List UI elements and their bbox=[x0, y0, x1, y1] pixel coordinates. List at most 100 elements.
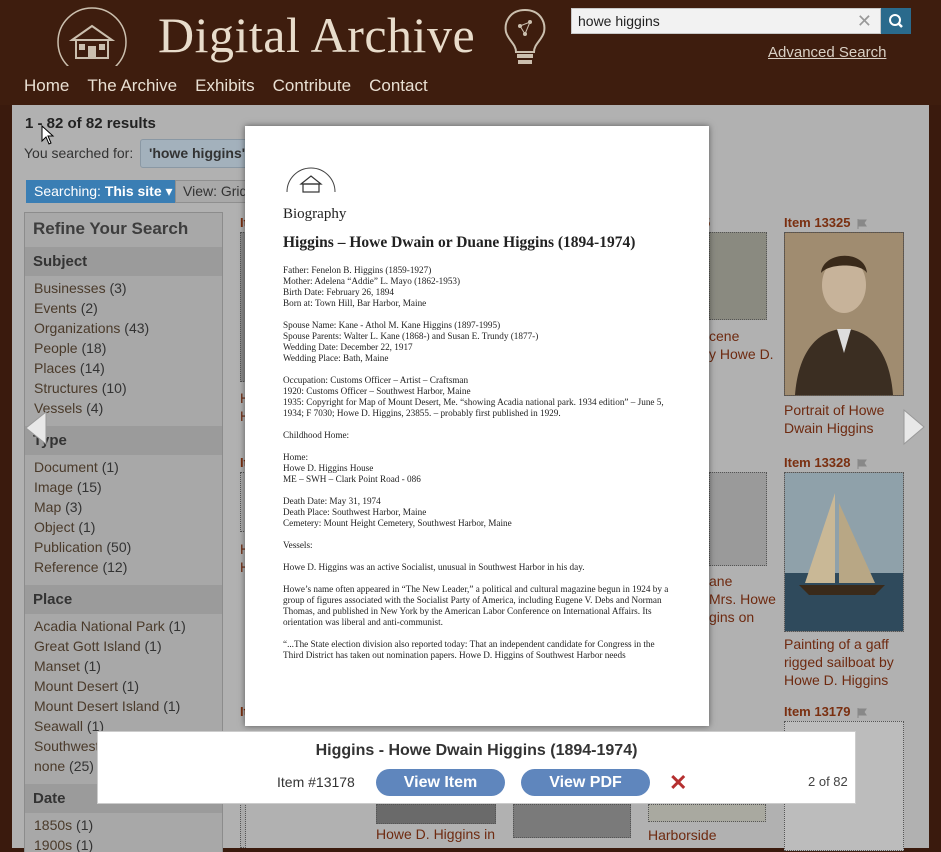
search-input[interactable] bbox=[572, 9, 854, 33]
document-line: “...The State election division also rep… bbox=[283, 639, 655, 660]
facet-item-label[interactable]: 1900s bbox=[34, 837, 72, 852]
facet-item[interactable]: Great Gott Island (1) bbox=[25, 638, 222, 658]
facet-item-label[interactable]: Structures bbox=[34, 380, 98, 396]
nav-home[interactable]: Home bbox=[24, 76, 69, 96]
item-thumbnail[interactable] bbox=[376, 804, 496, 824]
flag-icon[interactable] bbox=[857, 458, 867, 469]
facet-item[interactable]: Document (1) bbox=[25, 459, 222, 479]
facet-item-label[interactable]: Mount Desert bbox=[34, 678, 118, 694]
view-pdf-button[interactable]: View PDF bbox=[521, 769, 650, 796]
document-line: Wedding Date: December 22, 1917 bbox=[283, 342, 413, 352]
facet-item-label[interactable]: Map bbox=[34, 499, 61, 515]
document-line: Born at: Town Hill, Bar Harbor, Maine bbox=[283, 298, 427, 308]
item-caption[interactable]: y Howe D. bbox=[709, 345, 774, 363]
facet-item[interactable]: 1850s (1) bbox=[25, 817, 222, 837]
nav-contribute[interactable]: Contribute bbox=[273, 76, 351, 96]
previous-arrow-icon[interactable] bbox=[24, 410, 48, 446]
search-icon bbox=[889, 14, 903, 28]
flag-icon[interactable] bbox=[857, 218, 867, 229]
document-title: Higgins – Howe Dwain or Duane Higgins (1… bbox=[283, 234, 636, 251]
search-scope-dropdown[interactable]: Searching: This site ▾ bbox=[26, 180, 181, 203]
view-mode-dropdown[interactable]: View: Grid bbox=[175, 180, 256, 203]
item-thumbnail[interactable] bbox=[240, 800, 246, 848]
facet-heading: Type bbox=[25, 426, 222, 455]
nav-the-archive[interactable]: The Archive bbox=[87, 76, 177, 96]
item-thumbnail[interactable] bbox=[648, 804, 766, 822]
close-icon[interactable]: ✕ bbox=[669, 770, 687, 796]
item-thumbnail[interactable] bbox=[784, 472, 904, 632]
item-caption[interactable]: Howe D. Higgins in bbox=[376, 825, 495, 843]
facet-item-label[interactable]: Places bbox=[34, 360, 76, 376]
next-arrow-icon[interactable] bbox=[902, 408, 926, 446]
item-caption[interactable]: Harborside bbox=[648, 826, 716, 844]
facet-item-label[interactable]: Reference bbox=[34, 559, 99, 575]
nav-contact[interactable]: Contact bbox=[369, 76, 428, 96]
clear-search-icon[interactable]: ✕ bbox=[857, 11, 872, 32]
query-chip[interactable]: 'howe higgins' bbox=[140, 139, 255, 168]
item-caption[interactable]: Painting of a gaff rigged sailboat by Ho… bbox=[784, 635, 904, 689]
facet-item-label[interactable]: Manset bbox=[34, 658, 80, 674]
facet-item[interactable]: Structures (10) bbox=[25, 380, 222, 400]
facet-item[interactable]: Mount Desert Island (1) bbox=[25, 698, 222, 718]
facet-item-count: (1) bbox=[163, 698, 181, 714]
facet-item-label[interactable]: Southwest bbox=[34, 738, 99, 754]
facet-item[interactable]: Acadia National Park (1) bbox=[25, 618, 222, 638]
facet-item-count: (18) bbox=[81, 340, 107, 356]
facet-item-label[interactable]: Acadia National Park bbox=[34, 618, 165, 634]
facet-item-label[interactable]: 1850s bbox=[34, 817, 72, 833]
library-seal-logo[interactable] bbox=[32, 4, 152, 66]
item-caption[interactable]: gins on bbox=[709, 608, 754, 626]
facet-item[interactable]: Mount Desert (1) bbox=[25, 678, 222, 698]
facet-item-label[interactable]: Document bbox=[34, 459, 98, 475]
facet-item-label[interactable]: Events bbox=[34, 300, 77, 316]
document-body: Father: Fenelon B. Higgins (1859-1927) Mo… bbox=[283, 265, 671, 672]
advanced-search-link[interactable]: Advanced Search bbox=[768, 44, 886, 61]
facet-item[interactable]: 1900s (1) bbox=[25, 837, 222, 852]
facet-item[interactable]: Events (2) bbox=[25, 300, 222, 320]
facet-item[interactable]: Organizations (43) bbox=[25, 320, 222, 340]
item-label: Item 13328 bbox=[784, 455, 867, 470]
facet-item-label[interactable]: Organizations bbox=[34, 320, 120, 336]
facet-item-label[interactable]: Seawall bbox=[34, 718, 83, 734]
item-caption[interactable]: ane bbox=[709, 572, 732, 590]
document-line: Home: bbox=[283, 452, 309, 462]
facet-item-label[interactable]: Businesses bbox=[34, 280, 106, 296]
item-thumbnail[interactable] bbox=[709, 472, 767, 566]
facet-item-label[interactable]: Publication bbox=[34, 539, 103, 555]
facet-item-count: (50) bbox=[106, 539, 132, 555]
document-paragraph: Father: Fenelon B. Higgins (1859-1927) Mo… bbox=[283, 265, 671, 309]
site-title[interactable]: Digital Archive bbox=[158, 6, 475, 64]
facet-item[interactable]: Image (15) bbox=[25, 479, 222, 499]
item-caption[interactable]: Mrs. Howe bbox=[709, 590, 776, 608]
item-thumbnail[interactable] bbox=[709, 232, 767, 320]
document-line: Howe’s name often appeared in “The New L… bbox=[283, 584, 669, 627]
facet-item-count: (1) bbox=[144, 638, 162, 654]
facet-item[interactable]: Reference (12) bbox=[25, 559, 222, 579]
facet-item[interactable]: Businesses (3) bbox=[25, 280, 222, 300]
facet-item[interactable]: Object (1) bbox=[25, 519, 222, 539]
facet-item-label[interactable]: Mount Desert Island bbox=[34, 698, 159, 714]
view-item-button[interactable]: View Item bbox=[376, 769, 505, 796]
facet-item[interactable]: Publication (50) bbox=[25, 539, 222, 559]
facet-heading: Place bbox=[25, 585, 222, 614]
item-thumbnail[interactable] bbox=[513, 804, 631, 838]
search-button[interactable] bbox=[881, 8, 911, 34]
facet-item-count: (1) bbox=[76, 837, 94, 852]
facet-item-label[interactable]: People bbox=[34, 340, 78, 356]
facet-item[interactable]: Places (14) bbox=[25, 360, 222, 380]
facet-item[interactable]: Vessels (4) bbox=[25, 400, 222, 420]
item-caption[interactable]: Portrait of Howe Dwain Higgins bbox=[784, 401, 904, 437]
facet-item-label[interactable]: Image bbox=[34, 479, 73, 495]
item-thumbnail[interactable] bbox=[784, 232, 904, 396]
document-line: Cemetery: Mount Height Cemetery, Southwe… bbox=[283, 518, 512, 528]
facet-item-label[interactable]: none bbox=[34, 758, 65, 774]
facet-item-label[interactable]: Great Gott Island bbox=[34, 638, 141, 654]
item-caption[interactable]: cene bbox=[709, 327, 739, 345]
facet-item[interactable]: People (18) bbox=[25, 340, 222, 360]
facet-item[interactable]: Manset (1) bbox=[25, 658, 222, 678]
facet-item[interactable]: Map (3) bbox=[25, 499, 222, 519]
document-line: Howe D. Higgins was an active Socialist,… bbox=[283, 562, 585, 572]
flag-icon[interactable] bbox=[857, 707, 867, 718]
facet-item-label[interactable]: Object bbox=[34, 519, 74, 535]
nav-exhibits[interactable]: Exhibits bbox=[195, 76, 255, 96]
